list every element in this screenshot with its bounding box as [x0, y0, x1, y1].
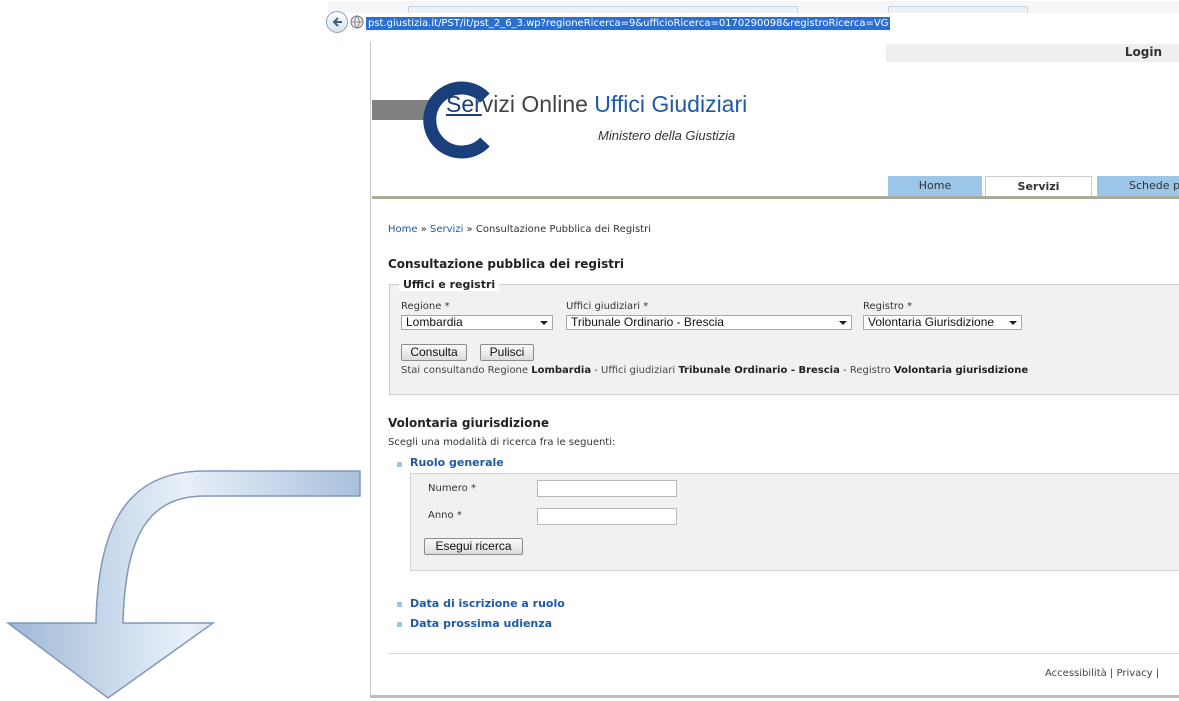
bullet-icon	[397, 622, 402, 627]
consulta-button[interactable]: Consulta	[401, 344, 467, 361]
status-mid: - Uffici giudiziari	[591, 365, 679, 376]
uffici-select[interactable]: Tribunale Ordinario - Brescia	[566, 315, 852, 330]
data-udienza-link[interactable]: Data prossima udienza	[410, 617, 552, 630]
globe-icon	[350, 15, 364, 29]
breadcrumb: Home » Servizi » Consultazione Pubblica …	[388, 224, 651, 235]
chevron-down-icon	[540, 321, 548, 325]
browser-tab[interactable]	[888, 6, 1028, 13]
accessibilita-link[interactable]: Accessibilità	[1045, 668, 1107, 679]
back-arrow-icon	[332, 17, 342, 27]
breadcrumb-servizi[interactable]: Servizi	[430, 224, 463, 235]
address-bar[interactable]: pst.giustizia.it/PST/it/pst_2_6_3.wp?reg…	[326, 1, 1179, 40]
logo-ser: Ser	[446, 91, 482, 117]
uffici-label: Uffici giudiziari *	[566, 301, 649, 312]
tab-underline	[372, 196, 1179, 199]
tab-home[interactable]: Home	[888, 176, 982, 196]
login-link[interactable]: Login	[1125, 45, 1162, 59]
logo-subtitle: Ministero della Giustizia	[598, 128, 736, 143]
footer: Accessibilità | Privacy |	[1045, 668, 1159, 679]
chevron-down-icon	[839, 321, 847, 325]
data-iscrizione-link[interactable]: Data di iscrizione a ruolo	[410, 597, 565, 610]
registro-label: Registro *	[863, 301, 913, 312]
anno-label: Anno *	[428, 510, 462, 521]
breadcrumb-current: Consultazione Pubblica dei Registri	[475, 224, 651, 235]
status-mid: - Registro	[839, 365, 894, 376]
back-button[interactable]	[326, 11, 348, 33]
section-intro: Scegli una modalità di ricerca fra le se…	[388, 437, 616, 448]
numero-label: Numero *	[428, 483, 476, 494]
logo-vizi: vizi	[481, 91, 516, 117]
page-title: Consultazione pubblica dei registri	[388, 257, 625, 271]
regione-select[interactable]: Lombardia	[401, 315, 553, 330]
browser-tab[interactable]	[408, 6, 798, 13]
bullet-icon	[397, 462, 402, 467]
regione-value: Lombardia	[406, 315, 463, 329]
url-text[interactable]: pst.giustizia.it/PST/it/pst_2_6_3.wp?reg…	[366, 17, 891, 30]
uffici-value: Tribunale Ordinario - Brescia	[571, 315, 724, 329]
logo-online: Online	[515, 91, 595, 117]
status-registro: Volontaria giurisdizione	[893, 365, 1029, 376]
footer-divider	[388, 653, 1179, 654]
registro-value: Volontaria Giurisdizione	[868, 315, 995, 329]
curved-down-arrow-icon	[5, 470, 361, 699]
fieldset-legend: Uffici e registri	[399, 278, 500, 291]
bullet-icon	[397, 602, 402, 607]
breadcrumb-home[interactable]: Home	[388, 224, 418, 235]
anno-input[interactable]	[537, 508, 677, 525]
privacy-link[interactable]: Privacy |	[1116, 668, 1159, 679]
status-text: Stai consultando Regione Lombardia - Uff…	[401, 365, 1028, 376]
tab-schede[interactable]: Schede pr	[1097, 176, 1179, 196]
chevron-down-icon	[1009, 321, 1017, 325]
logo-uffici: Uffici Giudiziari	[594, 91, 748, 117]
section-title: Volontaria giurisdizione	[388, 416, 550, 430]
logo-title: Servizi Online Uffici Giudiziari	[446, 91, 747, 118]
pulisci-button[interactable]: Pulisci	[480, 344, 534, 361]
uffici-fieldset	[389, 284, 1179, 395]
status-prefix: Stai consultando Regione	[401, 365, 532, 376]
esegui-ricerca-button[interactable]: Esegui ricerca	[424, 538, 523, 555]
page-bottom-edge	[370, 695, 1179, 698]
status-ufficio: Tribunale Ordinario - Brescia	[678, 365, 840, 376]
registro-select[interactable]: Volontaria Giurisdizione	[863, 315, 1022, 330]
breadcrumb-sep: »	[463, 224, 476, 235]
tab-strip	[328, 1, 1179, 13]
login-bar: Login	[886, 44, 1179, 62]
status-regione: Lombardia	[531, 365, 592, 376]
regione-label: Regione *	[401, 301, 450, 312]
ruolo-generale-panel	[410, 473, 1179, 571]
numero-input[interactable]	[537, 480, 677, 497]
breadcrumb-sep: »	[417, 224, 431, 235]
ruolo-generale-link[interactable]: Ruolo generale	[410, 456, 504, 469]
